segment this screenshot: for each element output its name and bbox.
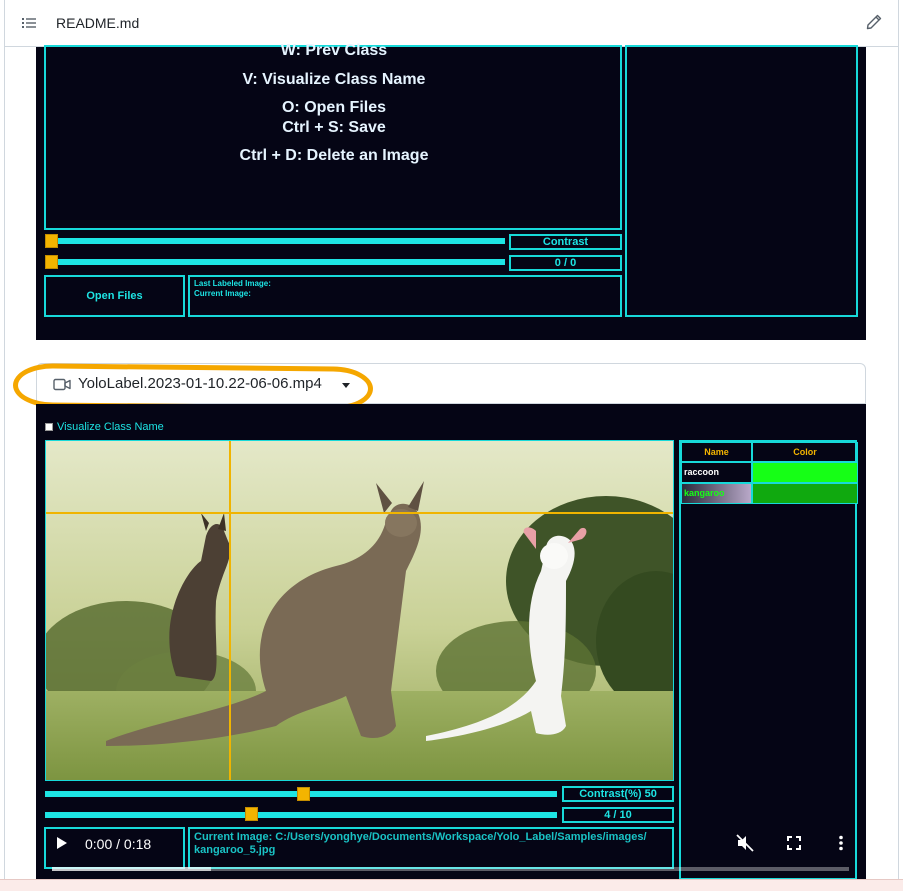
shortcut-visualize: V: Visualize Class Name bbox=[242, 71, 426, 88]
last-labeled-text: Last Labeled Image: bbox=[194, 279, 271, 288]
shortcut-display-area: W: Prev Class V: Visualize Class Name O:… bbox=[44, 42, 622, 230]
kangaroo-image[interactable] bbox=[45, 440, 674, 781]
image-slider-thumb[interactable] bbox=[45, 255, 58, 269]
class-table-header-color: Color bbox=[752, 442, 858, 462]
image-info-box: Last Labeled Image: Current Image: bbox=[188, 275, 622, 317]
contrast-percent-slider-thumb[interactable] bbox=[297, 787, 310, 801]
contrast-percent-label: Contrast(%) 50 bbox=[562, 786, 674, 802]
current-image-text: Current Image: bbox=[194, 289, 251, 298]
shortcut-prev-class: W: Prev Class bbox=[280, 42, 388, 59]
fullscreen-icon[interactable] bbox=[787, 836, 801, 850]
visualize-label: Visualize Class Name bbox=[57, 421, 164, 433]
video-time: 0:00 / 0:18 bbox=[85, 836, 152, 852]
video-progress-fill bbox=[52, 867, 212, 871]
play-icon[interactable] bbox=[56, 836, 68, 850]
contrast-slider-track[interactable] bbox=[45, 238, 505, 244]
shortcut-delete: Ctrl + D: Delete an Image bbox=[239, 147, 429, 164]
open-files-button[interactable]: Open Files bbox=[44, 275, 185, 317]
class-row-kangaroo-color[interactable] bbox=[752, 483, 858, 504]
class-row-raccoon-name[interactable]: raccoon bbox=[681, 462, 752, 483]
class-table-header-name: Name bbox=[681, 442, 752, 462]
video-image-slider-thumb[interactable] bbox=[245, 807, 258, 821]
contrast-label: Contrast bbox=[509, 234, 622, 250]
file-header: README.md bbox=[4, 0, 899, 47]
contrast-slider-thumb[interactable] bbox=[45, 234, 58, 248]
class-table: Name Color raccoon kangaroo bbox=[679, 440, 858, 880]
image-counter: 0 / 0 bbox=[509, 255, 622, 271]
video-player[interactable]: Visualize Class Name Name Color raccoon … bbox=[36, 404, 866, 880]
video-progress-bar[interactable] bbox=[52, 867, 849, 871]
image-slider-track[interactable] bbox=[45, 259, 505, 265]
file-title: README.md bbox=[56, 15, 140, 31]
video-image-slider-track[interactable] bbox=[45, 812, 557, 818]
current-image-box: Current Image: C:/Users/yonghye/Document… bbox=[188, 827, 674, 869]
shortcut-save: Ctrl + S: Save bbox=[282, 119, 386, 136]
class-row-kangaroo-name[interactable]: kangaroo bbox=[681, 483, 752, 504]
kangaroo-photo bbox=[46, 441, 673, 780]
video-image-counter: 4 / 10 bbox=[562, 807, 674, 823]
class-row-raccoon-color[interactable] bbox=[752, 462, 858, 483]
outline-list-icon[interactable] bbox=[21, 15, 37, 31]
right-panel-box bbox=[625, 45, 858, 317]
visualize-checkbox[interactable] bbox=[45, 423, 53, 431]
shortcut-open-files: O: Open Files bbox=[281, 99, 386, 116]
muted-speaker-icon[interactable] bbox=[736, 834, 754, 852]
app-screenshot-top: W: Prev Class V: Visualize Class Name O:… bbox=[36, 42, 866, 340]
bottom-strip bbox=[0, 879, 903, 891]
pencil-edit-icon[interactable] bbox=[866, 14, 882, 30]
more-options-icon[interactable] bbox=[838, 835, 844, 851]
current-image-path: Current Image: C:/Users/yonghye/Document… bbox=[194, 831, 647, 856]
